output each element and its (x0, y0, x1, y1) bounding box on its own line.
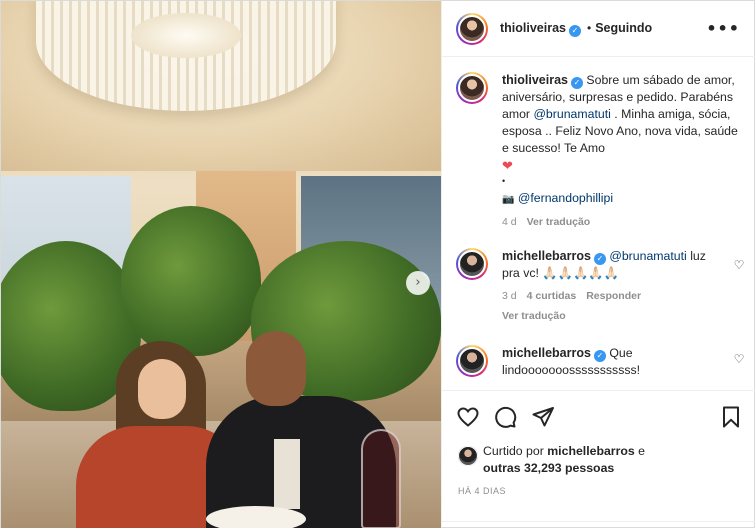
comment-username[interactable]: michellebarros (502, 249, 591, 263)
comment-mention[interactable]: @brunamatuti (609, 249, 686, 263)
chevron-right-icon: › (415, 275, 421, 290)
share-icon[interactable] (531, 405, 555, 429)
comment-username[interactable]: michellebarros (502, 346, 591, 360)
verified-badge-icon: ✓ (593, 253, 606, 265)
caption-age: 4 d (502, 216, 517, 228)
verified-badge-icon: ✓ (571, 77, 583, 89)
post-modal: › thioliveiras ✓ • Seguindo ••• thioliveira… (0, 0, 755, 528)
comment-like-heart-icon[interactable]: ♡ (732, 258, 746, 272)
comment-avatar[interactable] (456, 248, 488, 280)
post-time-ago[interactable]: HÁ 4 DIAS (458, 486, 506, 496)
wine-glass (361, 429, 401, 528)
caption-translate-link[interactable]: Ver tradução (527, 216, 591, 228)
comments-list: thioliveiras ✓ Sobre um sábado de amor, a… (442, 58, 755, 390)
camera-icon: 📷 (502, 194, 515, 205)
verified-badge-icon: ✓ (569, 25, 581, 37)
comment-age: 3 d (502, 290, 517, 302)
reply-button[interactable]: Responder (586, 290, 641, 302)
heart-emoji: ❤ (502, 159, 513, 174)
bullet: • (502, 176, 506, 186)
liked-by-prefix: Curtido por (483, 444, 548, 458)
post-photo[interactable]: › (1, 1, 441, 528)
comment-like-heart-icon[interactable]: ♡ (732, 352, 746, 366)
following-button[interactable]: Seguindo (595, 21, 652, 35)
verified-badge-icon: ✓ (593, 350, 606, 362)
next-photo-button[interactable]: › (406, 271, 430, 295)
liked-by-user[interactable]: michellebarros (547, 444, 634, 458)
caption: thioliveiras ✓ Sobre um sábado de amor, a… (456, 72, 746, 232)
post-side-panel: thioliveiras ✓ • Seguindo ••• thioliveiras ✓… (441, 1, 755, 528)
bookmark-icon[interactable] (719, 405, 743, 429)
liked-by-count[interactable]: outras 32,293 pessoas (483, 461, 614, 475)
caption-mention[interactable]: @brunamatuti (533, 107, 610, 121)
heart-icon[interactable] (456, 405, 480, 429)
post-header: thioliveiras ✓ • Seguindo ••• (442, 1, 755, 57)
liked-by-mid: e (634, 444, 645, 458)
liker-avatar[interactable] (458, 446, 478, 466)
add-comment-row[interactable] (442, 521, 755, 528)
post-actions: Curtido por michellebarros e outras 32,2… (442, 390, 755, 528)
author-username[interactable]: thioliveiras (500, 21, 566, 35)
more-options-icon[interactable]: ••• (706, 19, 740, 38)
comment-translate-link[interactable]: Ver tradução (502, 308, 727, 325)
caption-username[interactable]: thioliveiras (502, 73, 568, 87)
comment-icon[interactable] (493, 405, 517, 429)
comment-likes[interactable]: 4 curtidas (527, 290, 577, 302)
caption-avatar[interactable] (456, 72, 488, 104)
photographer-mention[interactable]: @fernandophillipi (518, 191, 613, 205)
separator-dot: • (587, 21, 592, 35)
comment-avatar[interactable] (456, 345, 488, 377)
comment-1: michellebarros ✓ @brunamatuti luz pra vc!… (456, 248, 746, 328)
comment-2: michellebarros ✓ Que lindooooooosssssssss… (456, 345, 746, 385)
author-avatar[interactable] (456, 13, 488, 45)
